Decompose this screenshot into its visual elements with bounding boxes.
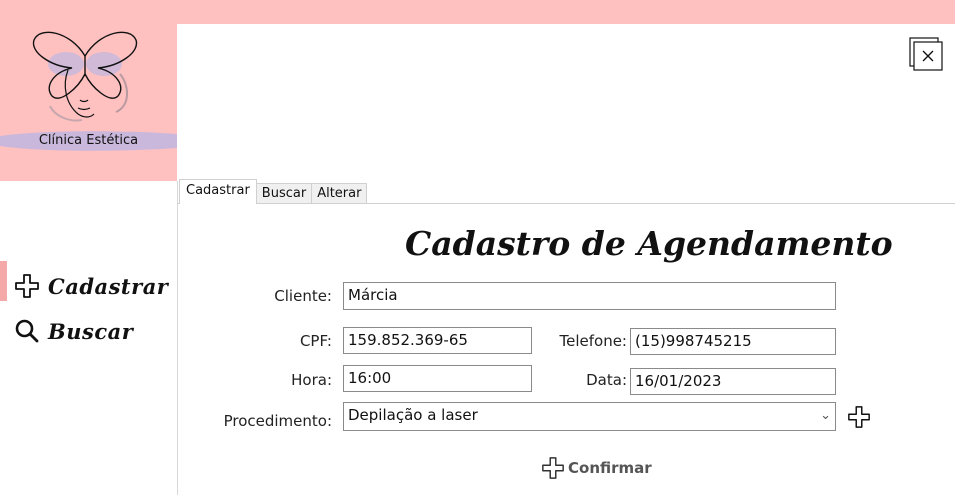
tab-buscar[interactable]: Buscar (255, 183, 313, 204)
sidebar-divider (177, 181, 178, 495)
hora-label: Hora: (291, 371, 332, 389)
sidebar-item-label: Buscar (48, 318, 134, 344)
close-window-icon[interactable] (908, 36, 944, 72)
hora-field[interactable]: 16:00 (343, 365, 532, 392)
tab-bar: Cadastrar Buscar Alterar (179, 179, 368, 204)
cpf-field[interactable]: 159.852.369-65 (343, 327, 532, 354)
butterfly-face-logo (32, 31, 138, 122)
tab-underline (178, 203, 955, 204)
procedimento-value: Depilação a laser (348, 406, 478, 424)
cliente-label: Cliente: (274, 287, 332, 305)
plus-icon (15, 274, 39, 298)
tab-alterar[interactable]: Alterar (311, 183, 368, 204)
procedimento-label: Procedimento: (223, 412, 332, 430)
logo-text: Clínica Estética (38, 133, 139, 148)
form-title: Cadastro de Agendamento (405, 224, 893, 263)
data-label: Data: (586, 371, 627, 389)
sidebar-active-indicator (0, 261, 7, 301)
data-field[interactable]: 16/01/2023 (630, 368, 836, 395)
confirm-button[interactable]: Confirmar (541, 456, 652, 480)
tab-cadastrar[interactable]: Cadastrar (179, 179, 257, 204)
sidebar-item-label: Cadastrar (48, 273, 169, 299)
telefone-label: Telefone: (559, 332, 628, 350)
confirm-label: Confirmar (568, 459, 652, 477)
plus-icon (542, 457, 564, 479)
add-procedimento-button[interactable] (847, 405, 871, 429)
telefone-field[interactable]: (15)998745215 (630, 328, 836, 355)
logo-panel: Clínica Estética (0, 0, 177, 181)
search-icon (15, 319, 39, 343)
sidebar-item-buscar[interactable]: Buscar (14, 313, 133, 349)
chevron-down-icon: ⌄ (820, 408, 831, 423)
cliente-field[interactable]: Márcia (343, 282, 836, 310)
sidebar-item-cadastrar[interactable]: Cadastrar (14, 268, 168, 304)
cpf-label: CPF: (299, 332, 332, 350)
procedimento-select[interactable]: Depilação a laser ⌄ (343, 402, 836, 431)
